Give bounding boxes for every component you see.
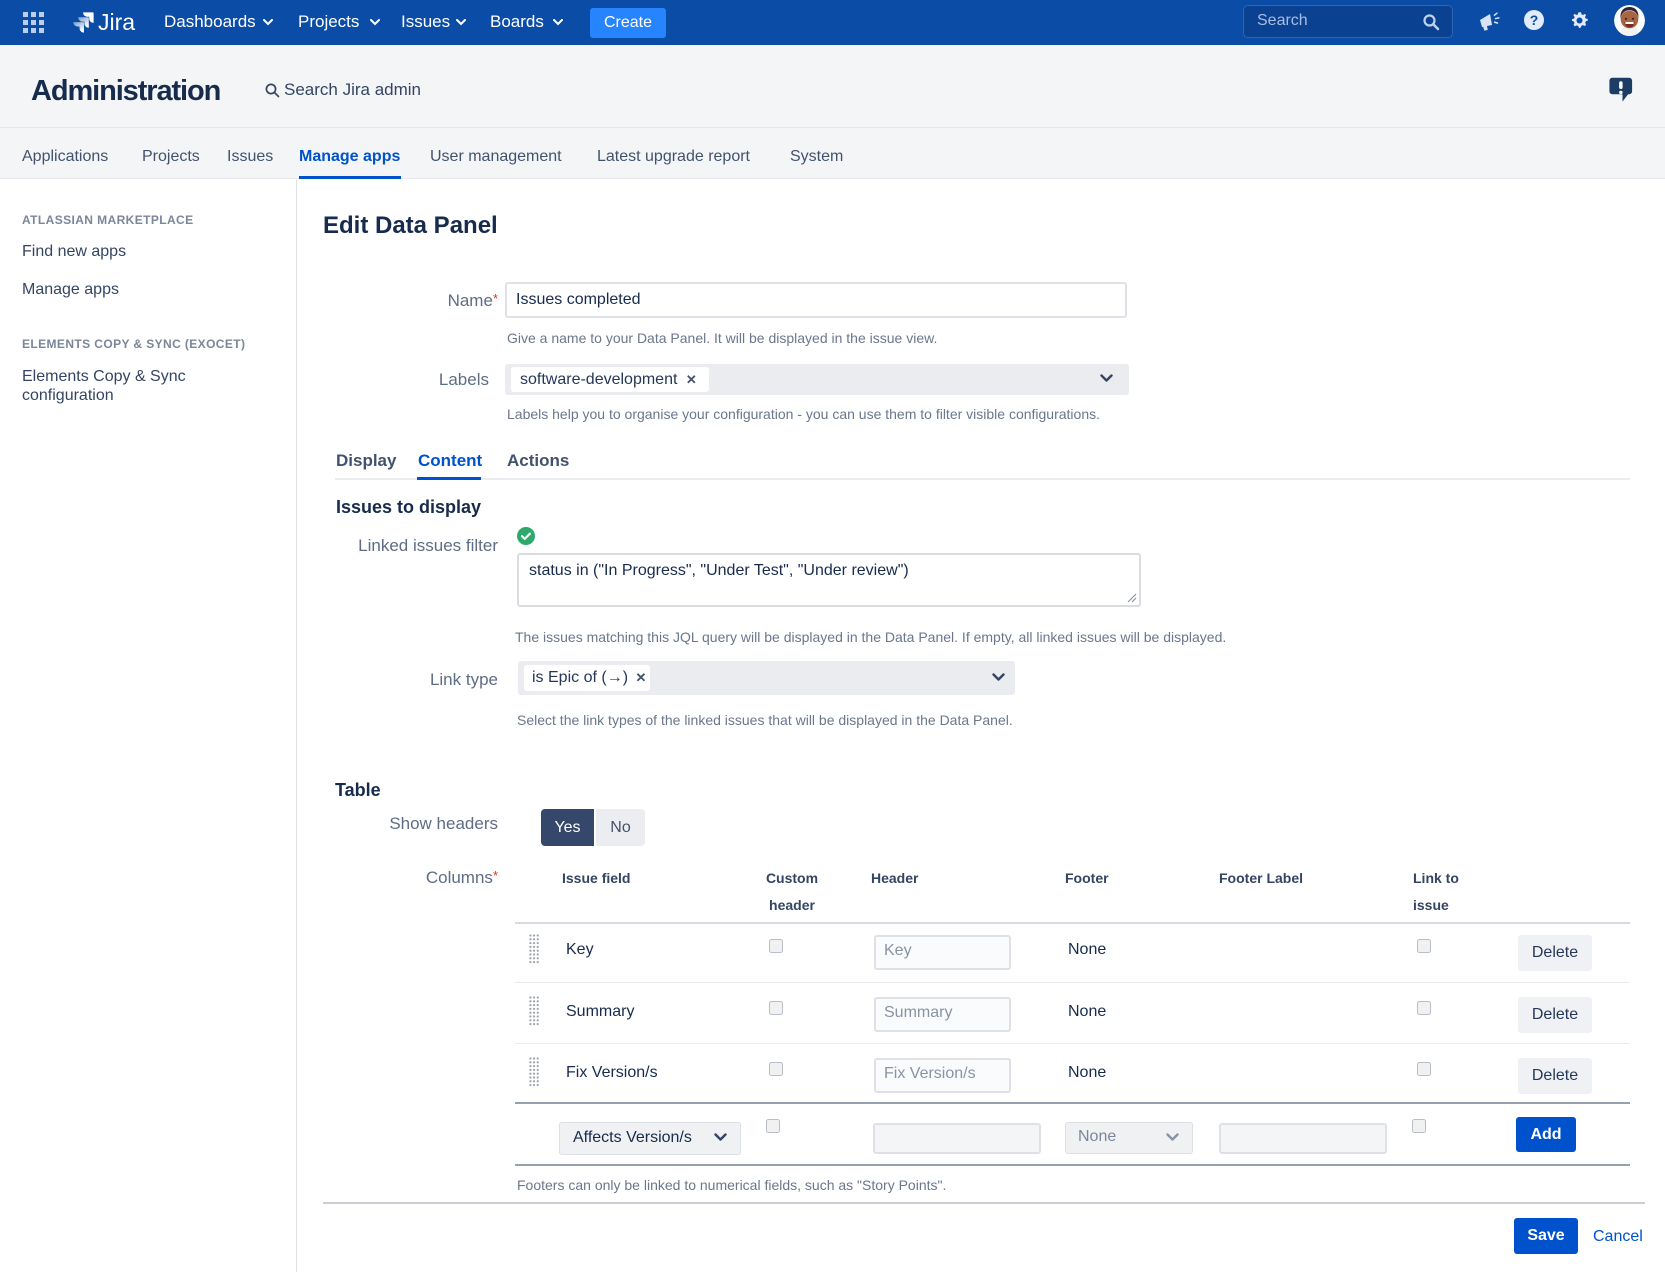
svg-text:?: ? (1530, 12, 1539, 28)
